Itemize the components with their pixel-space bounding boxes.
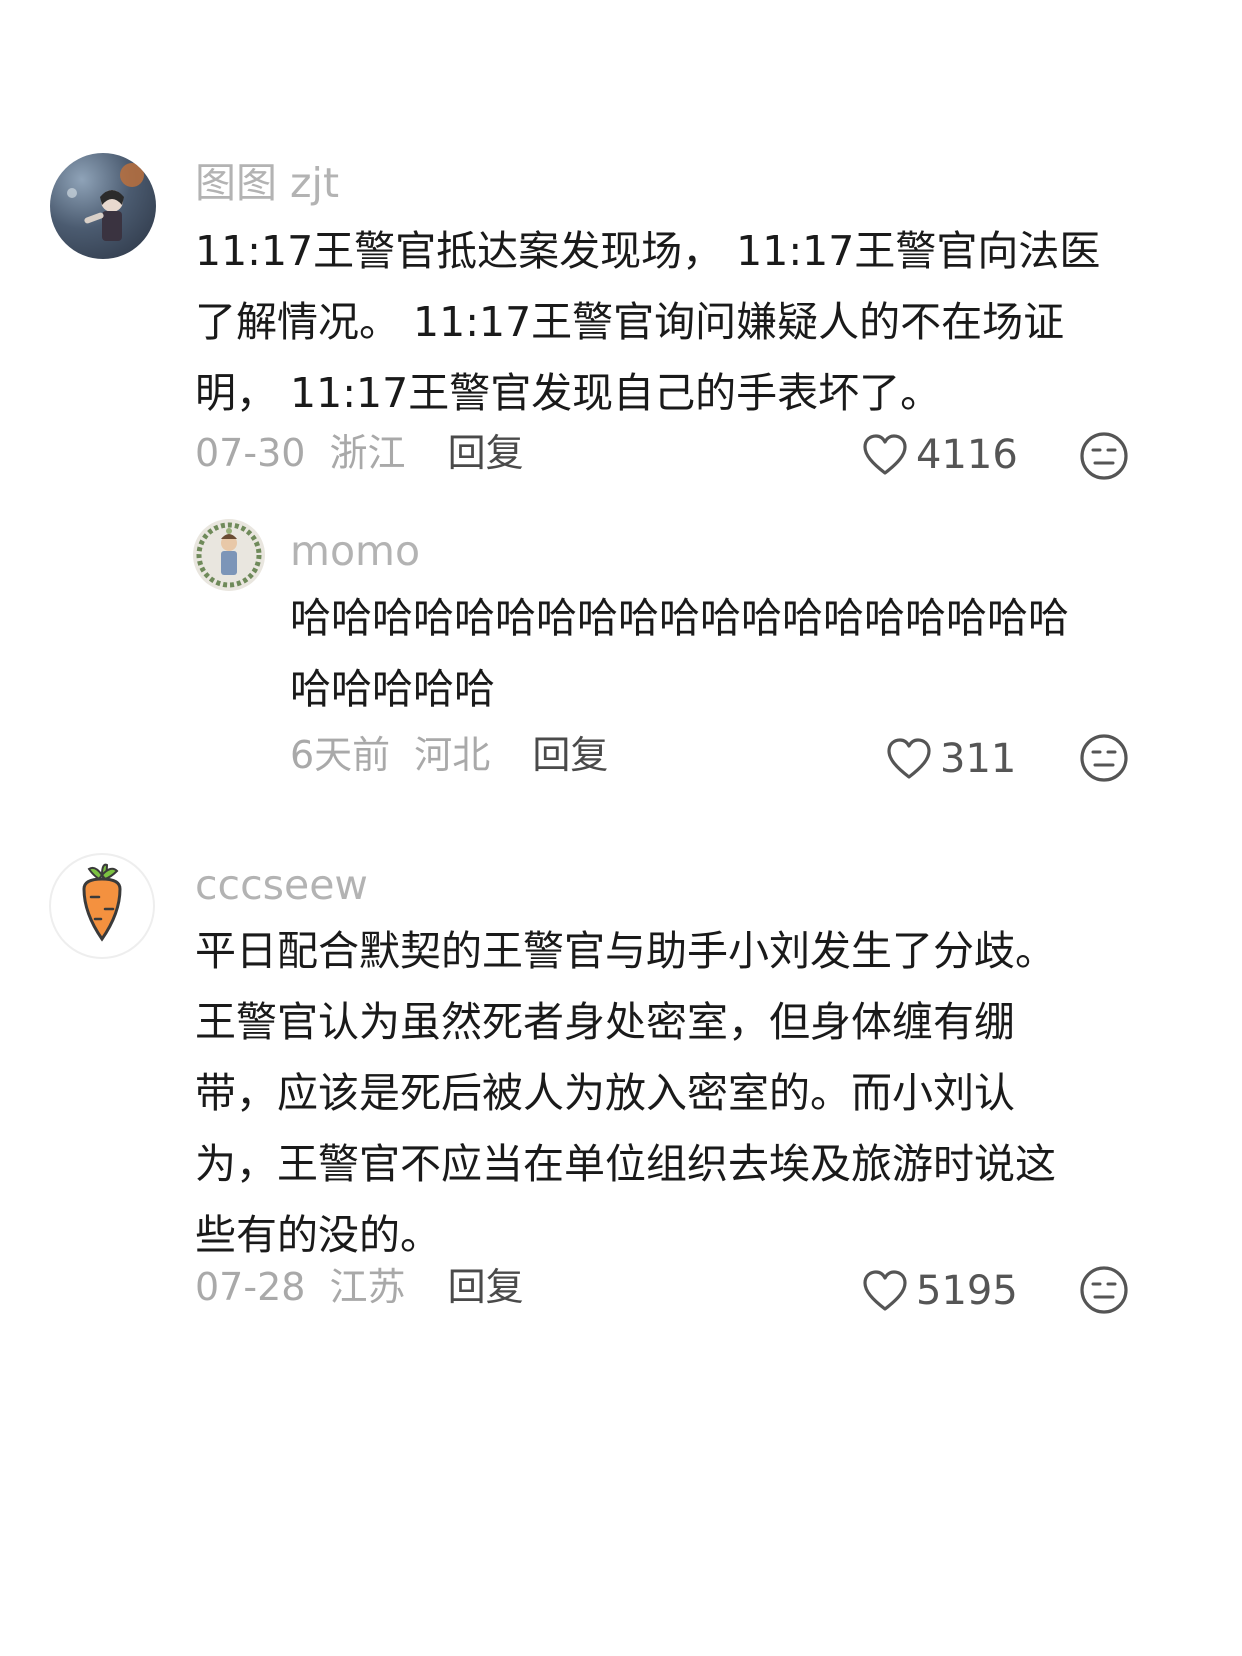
comment-date: 6天前 bbox=[290, 733, 391, 777]
comment-text: 平日配合默契的王警官与助手小刘发生了分歧。 王警官认为虽然死者身处密室，但身体缠… bbox=[195, 916, 1056, 1271]
reply-button[interactable]: 回复 bbox=[448, 431, 524, 475]
meh-face-icon[interactable] bbox=[1078, 430, 1130, 482]
avatar-figure-icon bbox=[196, 522, 262, 588]
meh-face-icon[interactable] bbox=[1078, 732, 1130, 784]
avatar[interactable] bbox=[50, 153, 156, 259]
comment-line: 11:17王警官抵达案发现场， 11:17王警官向法医 bbox=[195, 227, 1101, 275]
avatar[interactable] bbox=[49, 853, 155, 959]
heart-outline-icon bbox=[863, 434, 907, 475]
avatar[interactable] bbox=[193, 519, 265, 591]
comment-line: 平日配合默契的王警官与助手小刘发生了分歧。 bbox=[195, 927, 1056, 975]
comment-text: 哈哈哈哈哈哈哈哈哈哈哈哈哈哈哈哈哈哈哈 哈哈哈哈哈 bbox=[290, 583, 1069, 725]
carrot-icon bbox=[82, 863, 122, 942]
avatar-figure-icon bbox=[67, 163, 144, 241]
meh-face-icon[interactable] bbox=[1078, 1264, 1130, 1316]
username[interactable]: 图图 zjt bbox=[195, 158, 339, 208]
like-button[interactable]: 5195 bbox=[862, 1266, 1018, 1316]
comment-line: 了解情况。 11:17王警官询问嫌疑人的不在场证 bbox=[195, 298, 1065, 346]
comment-region: 河北 bbox=[414, 733, 491, 777]
comment-region: 江苏 bbox=[329, 1265, 406, 1309]
username[interactable]: momo bbox=[290, 526, 420, 576]
username[interactable]: cccseew bbox=[195, 860, 368, 910]
comment-meta: 6天前 河北 回复 bbox=[290, 730, 608, 780]
like-count: 311 bbox=[940, 736, 1017, 782]
comment-line: 带，应该是死后被人为放入密室的。而小刘认 bbox=[195, 1069, 1015, 1117]
like-button[interactable]: 311 bbox=[886, 734, 1016, 784]
like-button[interactable]: 4116 bbox=[862, 430, 1018, 480]
comment-line: 王警官认为虽然死者身处密室，但身体缠有绷 bbox=[195, 998, 1015, 1046]
like-count: 4116 bbox=[916, 432, 1018, 478]
reply-button[interactable]: 回复 bbox=[532, 733, 608, 777]
comment-date: 07-30 bbox=[195, 431, 306, 475]
comment-region: 浙江 bbox=[329, 431, 406, 475]
comment-line: 哈哈哈哈哈哈哈哈哈哈哈哈哈哈哈哈哈哈哈 bbox=[290, 594, 1069, 642]
comment-date: 07-28 bbox=[195, 1265, 306, 1309]
comment-line: 明， 11:17王警官发现自己的手表坏了。 bbox=[195, 369, 942, 417]
heart-outline-icon bbox=[863, 1270, 907, 1311]
reply-button[interactable]: 回复 bbox=[448, 1265, 524, 1309]
comment-line: 些有的没的。 bbox=[195, 1211, 441, 1259]
like-count: 5195 bbox=[916, 1268, 1018, 1314]
comment-meta: 07-28 江苏 回复 bbox=[195, 1262, 524, 1312]
heart-outline-icon bbox=[887, 738, 931, 779]
comment-meta: 07-30 浙江 回复 bbox=[195, 428, 524, 478]
comment-text: 11:17王警官抵达案发现场， 11:17王警官向法医 了解情况。 11:17王… bbox=[195, 216, 1100, 429]
comment-line: 为，王警官不应当在单位组织去埃及旅游时说这 bbox=[195, 1140, 1056, 1188]
comment-line: 哈哈哈哈哈 bbox=[290, 665, 495, 713]
